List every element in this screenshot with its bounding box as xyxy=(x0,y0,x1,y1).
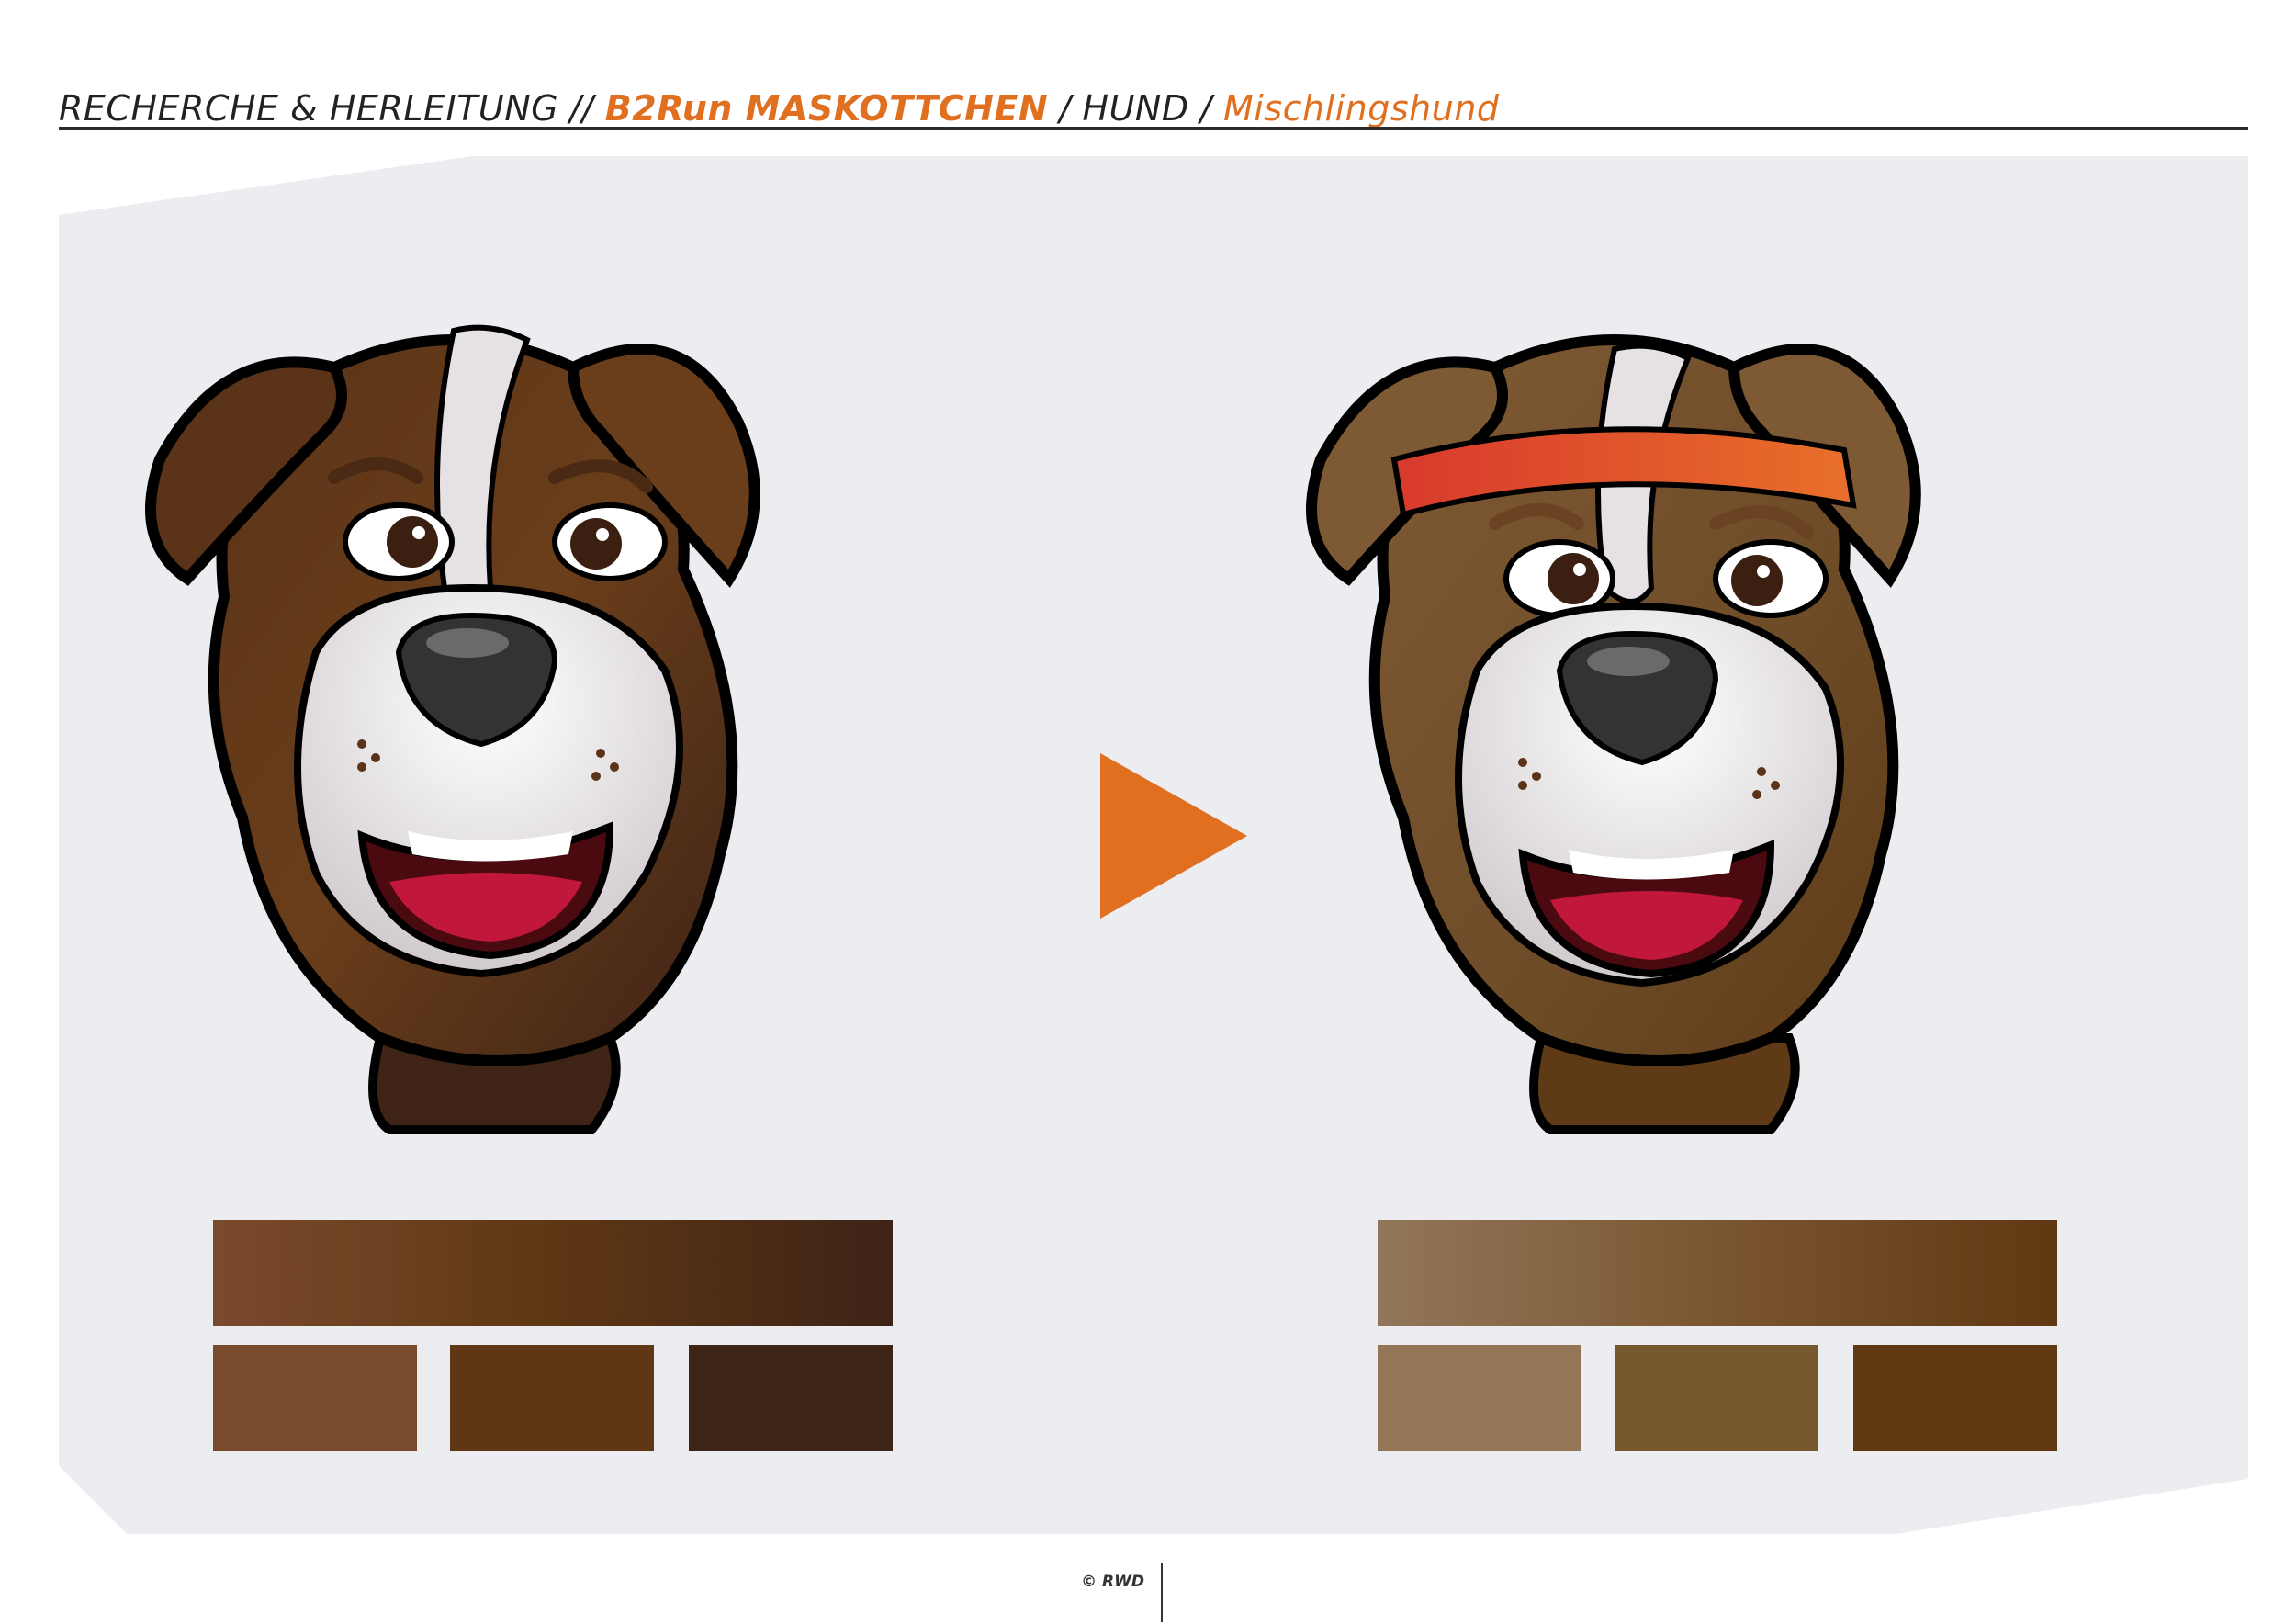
copyright-text: © RWD xyxy=(1081,1573,1144,1591)
breadcrumb-part-dog: HUND xyxy=(1082,88,1189,129)
right-swatch-light xyxy=(1378,1345,1581,1451)
left-color-palette xyxy=(213,1220,893,1459)
breadcrumb-header: RECHERCHE & HERLEITUNG // B2Run MASKOTTC… xyxy=(59,73,2245,129)
left-swatch-light xyxy=(213,1345,417,1451)
breadcrumb-separator: / xyxy=(1199,88,1212,129)
left-swatch-dark xyxy=(689,1345,893,1451)
breadcrumb-part-mascot: B2Run MASKOTTCHEN xyxy=(604,88,1049,129)
breadcrumb-separator: // xyxy=(569,88,594,129)
right-gradient-swatch xyxy=(1378,1220,2057,1326)
left-swatch-medium xyxy=(450,1345,654,1451)
right-swatch-dark xyxy=(1853,1345,2057,1451)
right-color-palette xyxy=(1378,1220,2057,1459)
breadcrumb-part-research: RECHERCHE & HERLEITUNG xyxy=(59,88,559,129)
breadcrumb-separator: / xyxy=(1059,88,1072,129)
right-swatch-medium xyxy=(1615,1345,1818,1451)
content-panel xyxy=(59,156,2248,1534)
header-rule xyxy=(59,127,2248,130)
footer: © RWD xyxy=(1065,1563,1176,1622)
footer-divider xyxy=(1161,1563,1163,1622)
breadcrumb-part-breed: Mischlingshund xyxy=(1222,88,1500,129)
left-gradient-swatch xyxy=(213,1220,893,1326)
